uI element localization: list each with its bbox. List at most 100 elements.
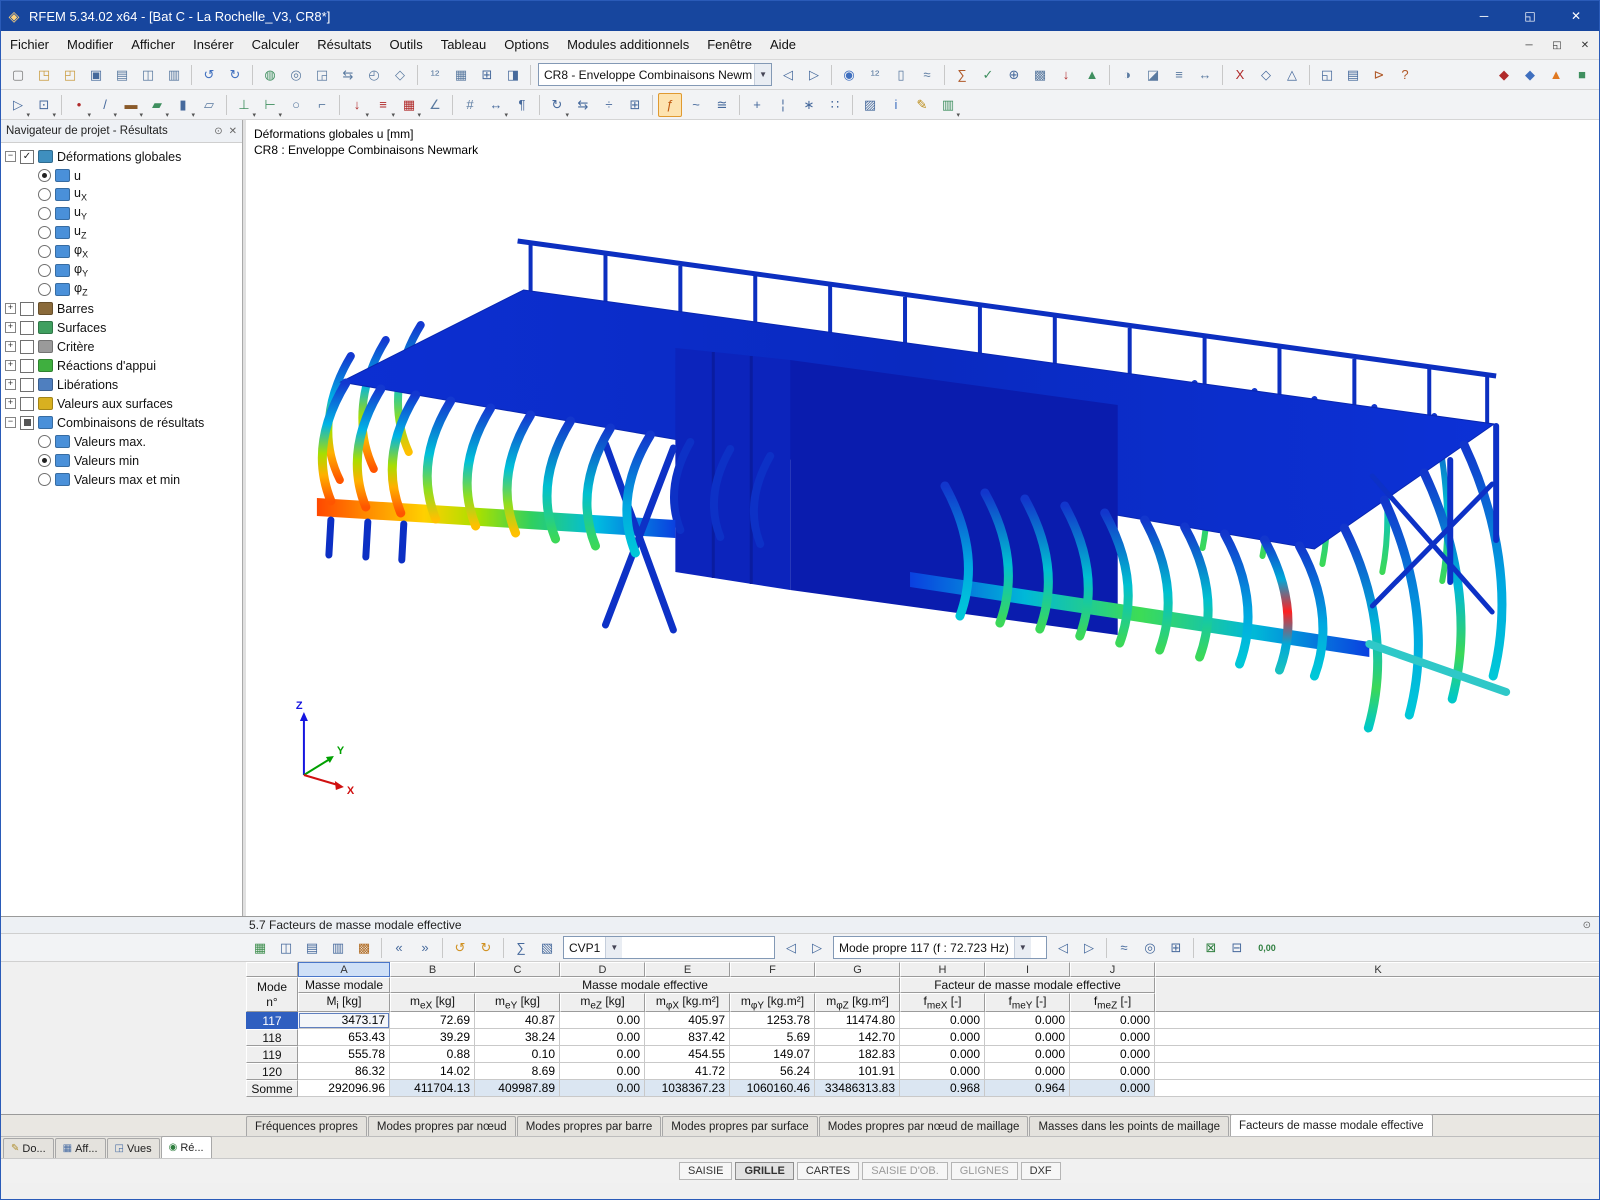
dimensions-icon[interactable]: ↔ ▾	[484, 93, 509, 119]
mode-combo[interactable]: Mode propre 117 (f : 72.723 Hz) ▼	[833, 936, 1047, 959]
table-relations-icon[interactable]: ⊞	[1164, 936, 1188, 960]
status-toggle-cartes[interactable]: CARTES	[796, 1162, 860, 1180]
tree-expander-icon[interactable]: +	[5, 303, 16, 314]
cell-119-F[interactable]: 149.07	[730, 1046, 815, 1064]
column-letter-A[interactable]: A	[298, 962, 390, 977]
layers-icon[interactable]: ▨	[858, 93, 882, 117]
next-cvp-icon[interactable]: ▷	[805, 936, 829, 960]
tree-expander-icon[interactable]: +	[5, 360, 16, 371]
pin-icon[interactable]: ⊙	[214, 126, 222, 137]
cell-117-D[interactable]: 0.00	[560, 1012, 645, 1030]
print-icon[interactable]: ▤	[110, 63, 134, 87]
checkbox[interactable]	[20, 320, 34, 335]
cell-117-F[interactable]: 1253.78	[730, 1012, 815, 1030]
table-statistics-icon[interactable]: ▧	[535, 936, 559, 960]
cell-117-J[interactable]: 0.000	[1070, 1012, 1155, 1030]
tree-item-x[interactable]: φX	[1, 242, 242, 261]
color-scale-icon[interactable]: ▥ ▾	[936, 93, 960, 119]
tab-resultats[interactable]: ◉ Ré...	[160, 1136, 212, 1158]
module-addon-4-icon[interactable]: ■	[1570, 63, 1594, 87]
maximize-button[interactable]: ◱	[1507, 1, 1553, 31]
result-values-display-icon[interactable]: ƒ	[658, 92, 682, 117]
panel-toggle-icon[interactable]: ◨	[501, 63, 525, 87]
table-import-icon[interactable]: «	[387, 936, 411, 960]
background-icon[interactable]: ≡	[1167, 63, 1191, 87]
show-results-icon[interactable]: ◉	[837, 63, 861, 87]
tree-item-liberations[interactable]: + Libérations	[1, 375, 242, 394]
menu-modules-additionnels[interactable]: Modules additionnels	[558, 31, 698, 59]
pan-icon[interactable]: ⇆	[336, 63, 360, 87]
table-tab-modes-propres-par-n-ud[interactable]: Modes propres par nœud	[367, 1116, 516, 1136]
select-icon[interactable]: ▷ ▾	[6, 93, 30, 119]
menu-aide[interactable]: Aide	[761, 31, 805, 59]
undo-icon[interactable]: ↺	[197, 63, 221, 87]
cell-somme-F[interactable]: 1060160.46	[730, 1080, 815, 1098]
edit-mirror-icon[interactable]: ⇆	[571, 93, 595, 117]
table-tab-modes-propres-par-n-ud-de-maillage[interactable]: Modes propres par nœud de maillage	[818, 1116, 1029, 1136]
column-letter-F[interactable]: F	[730, 962, 815, 977]
edit-connect-icon[interactable]: ⊞	[623, 93, 647, 117]
help-icon[interactable]: ?	[1393, 63, 1417, 87]
radio-button[interactable]	[38, 169, 51, 182]
new-surface-icon[interactable]: ▰ ▾	[145, 93, 169, 119]
tree-item-reactions-d-appui[interactable]: + Réactions d'appui	[1, 356, 242, 375]
cell-119-D[interactable]: 0.00	[560, 1046, 645, 1064]
column-letter-D[interactable]: D	[560, 962, 645, 977]
line-support-icon[interactable]: ⊢ ▾	[258, 93, 282, 119]
surface-load-icon[interactable]: ▦ ▾	[397, 93, 421, 119]
status-toggle-saisie-d-ob[interactable]: SAISIE D'OB.	[862, 1162, 948, 1180]
cell-119-C[interactable]: 0.10	[475, 1046, 560, 1064]
comment-icon[interactable]: ¶	[510, 93, 534, 117]
menu-modifier[interactable]: Modifier	[58, 31, 122, 59]
cell-somme-D[interactable]: 0.00	[560, 1080, 645, 1098]
open-project-icon[interactable]: ◳	[32, 63, 56, 87]
menu-calculer[interactable]: Calculer	[243, 31, 309, 59]
structural-model[interactable]: Z Y X	[246, 120, 1599, 916]
checkbox[interactable]	[20, 377, 34, 392]
tree-item-uy[interactable]: uY	[1, 204, 242, 223]
cell-120-F[interactable]: 56.24	[730, 1063, 815, 1081]
cell-119-A[interactable]: 555.78	[298, 1046, 390, 1064]
cell-117-G[interactable]: 11474.80	[815, 1012, 900, 1030]
status-toggle-dxf[interactable]: DXF	[1020, 1162, 1061, 1180]
view-isometric-icon[interactable]: ◇	[1254, 63, 1278, 87]
cell-118-E[interactable]: 837.42	[645, 1029, 730, 1047]
table-views-icon[interactable]: ◫	[274, 936, 298, 960]
tree-item-uz[interactable]: uZ	[1, 223, 242, 242]
cell-somme-K[interactable]	[1155, 1080, 1599, 1098]
module-addon-3-icon[interactable]: ▲	[1544, 63, 1568, 87]
new-member-icon[interactable]: ▬ ▾	[119, 93, 144, 119]
radio-button[interactable]	[38, 264, 51, 277]
new-model-icon[interactable]: ▢	[6, 63, 30, 87]
loads-display-icon[interactable]: ↓	[1054, 63, 1078, 87]
cell-119-E[interactable]: 454.55	[645, 1046, 730, 1064]
row-header-119[interactable]: 119	[246, 1046, 298, 1064]
edit-divide-icon[interactable]: ÷	[597, 93, 621, 117]
paste-icon[interactable]: ▥	[162, 63, 186, 87]
table-tab-masses-dans-les-points-de-maillage[interactable]: Masses dans les points de maillage	[1029, 1116, 1230, 1136]
cell-118-F[interactable]: 5.69	[730, 1029, 815, 1047]
menu-inserer[interactable]: Insérer	[184, 31, 242, 59]
supports-display-icon[interactable]: ▲	[1080, 63, 1104, 87]
previous-cvp-icon[interactable]: ◁	[779, 936, 803, 960]
cvp-combo[interactable]: CVP1 ▼	[563, 936, 775, 959]
mdi-close-button[interactable]: ✕	[1571, 40, 1599, 51]
pencil-icon[interactable]: ✎	[910, 93, 934, 117]
module-addon-1-icon[interactable]: ◆	[1492, 63, 1516, 87]
edit-rotate-icon[interactable]: ↻ ▾	[545, 93, 569, 119]
new-opening-icon[interactable]: ▱	[197, 93, 221, 117]
cell-somme-J[interactable]: 0.000	[1070, 1080, 1155, 1098]
ucs-icon[interactable]: +	[745, 93, 769, 117]
status-toggle-glignes[interactable]: GLIGNES	[950, 1162, 1018, 1180]
redo-icon[interactable]: ↻	[223, 63, 247, 87]
generators-icon[interactable]: ⊕	[1002, 63, 1026, 87]
cell-119-G[interactable]: 182.83	[815, 1046, 900, 1064]
tree-expander-icon[interactable]: +	[5, 379, 16, 390]
cell-118-K[interactable]	[1155, 1029, 1599, 1047]
cell-118-A[interactable]: 653.43	[298, 1029, 390, 1047]
cell-118-C[interactable]: 38.24	[475, 1029, 560, 1047]
cell-somme-C[interactable]: 409987.89	[475, 1080, 560, 1098]
cell-119-H[interactable]: 0.000	[900, 1046, 985, 1064]
checkbox[interactable]	[20, 358, 34, 373]
tree-item-critere[interactable]: + Critère	[1, 337, 242, 356]
